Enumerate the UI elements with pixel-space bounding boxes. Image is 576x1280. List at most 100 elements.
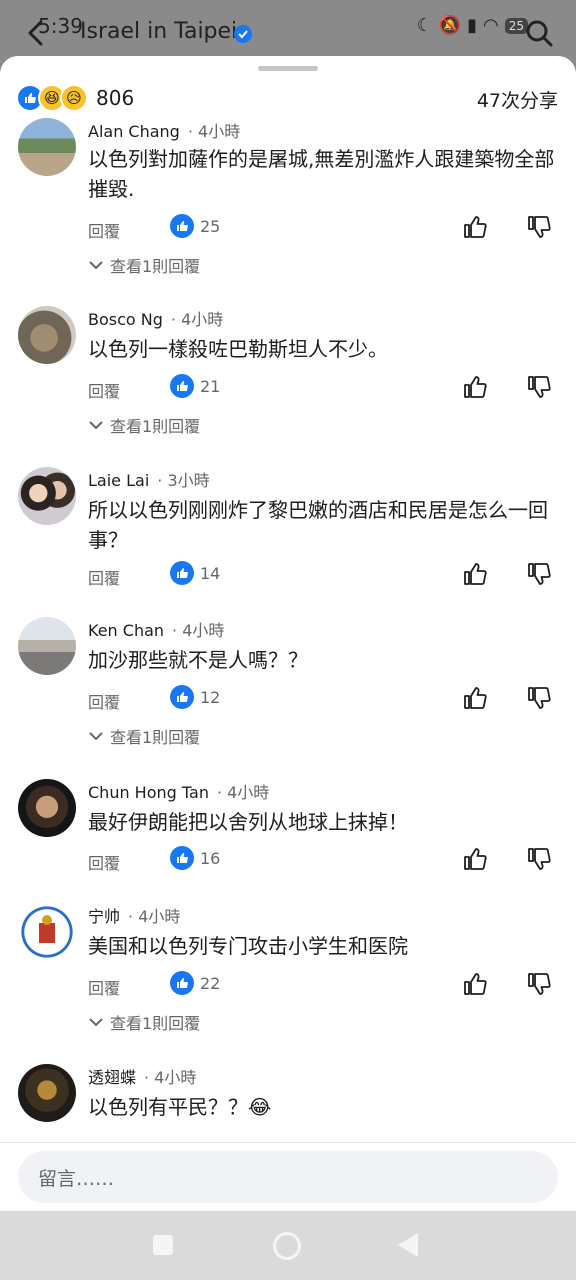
view-replies-link[interactable]: 查看1則回覆 bbox=[88, 253, 200, 277]
chevron-down-icon bbox=[89, 421, 103, 430]
page-title: Israel in Taipei bbox=[80, 19, 238, 44]
like-count: 22 bbox=[200, 973, 221, 993]
like-badge-icon bbox=[170, 971, 194, 995]
comment-actions: 回覆 12 bbox=[88, 685, 558, 715]
comment-time: 4小時 bbox=[227, 783, 270, 802]
like-count: 14 bbox=[200, 563, 221, 583]
commenter-name[interactable]: 宁帅 bbox=[88, 907, 120, 926]
commenter-name[interactable]: 透翅蝶 bbox=[88, 1068, 136, 1087]
like-count-badge: 12 bbox=[170, 685, 220, 709]
comment-time: 4小時 bbox=[154, 1068, 197, 1087]
wifi-icon: ◠ bbox=[483, 15, 499, 36]
view-replies-label: 查看1則回覆 bbox=[110, 728, 201, 747]
like-badge-icon bbox=[170, 846, 194, 870]
view-replies-label: 查看1則回覆 bbox=[110, 257, 201, 276]
signal-icon: ▮ bbox=[467, 15, 477, 36]
avatar[interactable] bbox=[18, 779, 76, 837]
status-time: 5:39 bbox=[38, 14, 83, 38]
avatar[interactable] bbox=[18, 903, 76, 961]
upvote-icon[interactable] bbox=[462, 685, 488, 711]
reply-button[interactable]: 回覆 bbox=[88, 378, 120, 402]
moon-icon: ☾ bbox=[416, 15, 433, 36]
like-count-badge: 22 bbox=[170, 971, 220, 995]
commenter-name[interactable]: Bosco Ng bbox=[88, 310, 163, 329]
comment-actions: 回覆 16 bbox=[88, 846, 558, 876]
comment-time: 3小時 bbox=[167, 471, 210, 490]
like-badge-icon bbox=[170, 685, 194, 709]
upvote-icon[interactable] bbox=[462, 846, 488, 872]
comment-time: 4小時 bbox=[181, 310, 224, 329]
like-badge-icon bbox=[170, 374, 194, 398]
like-count: 16 bbox=[200, 848, 221, 868]
comment-text: 以色列一樣殺咗巴勒斯坦人不少。 bbox=[88, 337, 388, 361]
like-count: 25 bbox=[200, 216, 221, 236]
like-count-badge: 14 bbox=[170, 561, 220, 585]
downvote-icon[interactable] bbox=[526, 214, 552, 240]
search-icon[interactable] bbox=[524, 18, 554, 48]
downvote-icon[interactable] bbox=[526, 971, 552, 997]
sad-reaction-icon: 😥 bbox=[60, 84, 88, 112]
comment-text: 以色列有平民？？😂 bbox=[88, 1095, 272, 1119]
downvote-icon[interactable] bbox=[526, 685, 552, 711]
comment-text: 最好伊朗能把以舍列从地球上抹掉！ bbox=[88, 810, 408, 834]
verified-badge-icon bbox=[234, 25, 252, 43]
avatar-emblem-icon bbox=[39, 915, 55, 943]
comment-text: 加沙那些就不是人嗎？？ bbox=[88, 648, 308, 672]
comment-text: 所以以色列刚刚炸了黎巴嫩的酒店和民居是怎么一回事？ bbox=[88, 498, 548, 552]
comment-input[interactable]: 留言…… bbox=[18, 1151, 558, 1203]
comment-actions: 回覆 25 bbox=[88, 214, 558, 244]
avatar[interactable] bbox=[18, 1064, 76, 1122]
back-icon[interactable] bbox=[398, 1233, 418, 1257]
chevron-down-icon bbox=[89, 1018, 103, 1027]
avatar[interactable] bbox=[18, 306, 76, 364]
chevron-down-icon bbox=[89, 261, 103, 270]
status-icons: ☾ 🔕 ▮ ◠ 25 bbox=[417, 15, 528, 36]
commenter-name[interactable]: Laie Lai bbox=[88, 471, 149, 490]
like-count: 12 bbox=[200, 687, 221, 707]
comment-text: 美国和以色列专门攻击小学生和医院 bbox=[88, 934, 408, 958]
comment-time: 4小時 bbox=[198, 122, 241, 141]
upvote-icon[interactable] bbox=[462, 214, 488, 240]
comment-actions: 回覆 14 bbox=[88, 561, 558, 591]
comment-time: 4小時 bbox=[182, 621, 225, 640]
commenter-name[interactable]: Ken Chan bbox=[88, 621, 164, 640]
like-count: 21 bbox=[200, 376, 221, 396]
downvote-icon[interactable] bbox=[526, 374, 552, 400]
like-count-badge: 25 bbox=[170, 214, 220, 238]
reply-button[interactable]: 回覆 bbox=[88, 218, 120, 242]
view-replies-label: 查看1則回覆 bbox=[110, 1014, 201, 1033]
view-replies-link[interactable]: 查看1則回覆 bbox=[88, 1010, 200, 1034]
sheet-drag-handle[interactable] bbox=[258, 66, 318, 71]
share-count[interactable]: 47次分享 bbox=[477, 86, 558, 113]
comment-composer-bar: 留言…… bbox=[0, 1142, 576, 1211]
downvote-icon[interactable] bbox=[526, 561, 552, 587]
view-replies-link[interactable]: 查看1則回覆 bbox=[88, 413, 200, 437]
reaction-count: 806 bbox=[96, 86, 135, 110]
reply-button[interactable]: 回覆 bbox=[88, 975, 120, 999]
like-badge-icon bbox=[170, 214, 194, 238]
recent-apps-icon[interactable] bbox=[153, 1235, 173, 1255]
reply-button[interactable]: 回覆 bbox=[88, 850, 120, 874]
comment-actions: 回覆 21 bbox=[88, 374, 558, 404]
downvote-icon[interactable] bbox=[526, 846, 552, 872]
reactions-summary[interactable]: 😆 😥 806 bbox=[16, 84, 134, 112]
chevron-down-icon bbox=[89, 732, 103, 741]
comment-time: 4小時 bbox=[138, 907, 181, 926]
avatar[interactable] bbox=[18, 617, 76, 675]
system-nav-bar bbox=[0, 1211, 576, 1280]
upvote-icon[interactable] bbox=[462, 971, 488, 997]
view-replies-link[interactable]: 查看1則回覆 bbox=[88, 724, 200, 748]
avatar[interactable] bbox=[18, 467, 76, 525]
view-replies-label: 查看1則回覆 bbox=[110, 417, 201, 436]
commenter-name[interactable]: Chun Hong Tan bbox=[88, 783, 209, 802]
commenter-name[interactable]: Alan Chang bbox=[88, 122, 180, 141]
home-icon[interactable] bbox=[273, 1232, 301, 1260]
comment-list: Alan Chang · 4小時 以色列對加薩作的是屠城,無差別濫炸人跟建築物全部… bbox=[0, 116, 576, 1141]
upvote-icon[interactable] bbox=[462, 374, 488, 400]
avatar[interactable] bbox=[18, 118, 76, 176]
upvote-icon[interactable] bbox=[462, 561, 488, 587]
reply-button[interactable]: 回覆 bbox=[88, 689, 120, 713]
like-count-badge: 21 bbox=[170, 374, 220, 398]
reply-button[interactable]: 回覆 bbox=[88, 565, 120, 589]
like-badge-icon bbox=[170, 561, 194, 585]
